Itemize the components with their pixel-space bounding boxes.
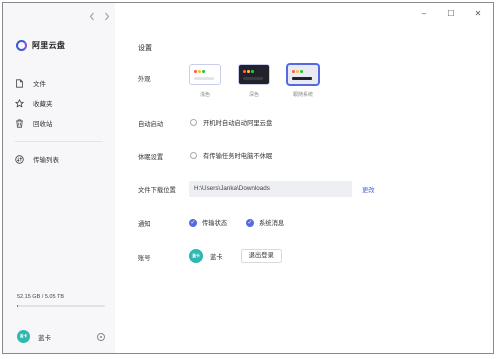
- notify-option-label: 系统消息: [259, 220, 285, 227]
- app-name: 阿里云盘: [32, 41, 66, 50]
- sidebar-divider: [15, 141, 103, 142]
- sleep-label: 休眠设置: [138, 154, 164, 161]
- sidebar-item-label: 回收站: [33, 121, 53, 128]
- user-name: 蓝卡: [38, 334, 51, 342]
- trash-icon: [16, 119, 23, 128]
- check-icon[interactable]: ✓: [189, 218, 197, 227]
- change-path-link[interactable]: 更改: [362, 185, 375, 194]
- sidebar-item-trash[interactable]: 回收站: [15, 113, 105, 133]
- sidebar-item-files[interactable]: 文件: [15, 73, 105, 93]
- nav-arrows: [89, 12, 110, 21]
- notify-transfer-status[interactable]: ✓ 传输状态: [189, 218, 227, 227]
- transfer-icon: [15, 154, 24, 164]
- forward-arrow-icon[interactable]: [104, 12, 110, 21]
- user-profile[interactable]: 盖卡 蓝卡: [17, 330, 105, 343]
- settings-panel: 设置 外观 浅色 深色 跟随系统 自动启动 开机时自动启动阿里云盘 休眠设置 有…: [115, 3, 493, 353]
- storage-usage: 52.15 GB / 5.05 TB: [17, 294, 105, 307]
- sidebar-item-favorites[interactable]: 收藏夹: [15, 93, 105, 113]
- autostart-radio[interactable]: [190, 119, 197, 126]
- file-icon: [16, 78, 23, 88]
- sidebar-item-transfers[interactable]: 传输列表: [15, 149, 105, 169]
- autostart-option-label: 开机时自动启动阿里云盘: [203, 120, 273, 127]
- brand: 阿里云盘: [16, 40, 65, 51]
- appearance-label: 外观: [138, 76, 151, 83]
- theme-thumb[interactable]: [287, 64, 319, 85]
- theme-thumb[interactable]: [189, 64, 221, 85]
- account-row: 盖卡 蓝卡 退出登录: [189, 249, 282, 263]
- sleep-radio[interactable]: [190, 152, 197, 159]
- settings-gear-icon[interactable]: [97, 332, 105, 341]
- theme-name: 浅色: [199, 92, 210, 98]
- sidebar-menu: 文件 收藏夹 回收站 传输列表: [15, 73, 105, 169]
- storage-text: 52.15 GB / 5.05 TB: [17, 294, 64, 300]
- theme-name: 跟随系统: [292, 92, 313, 98]
- notify-option-label: 传输状态: [202, 220, 228, 227]
- storage-progress-fill: [17, 305, 18, 307]
- avatar: 盖卡: [189, 249, 203, 263]
- notify-label: 通知: [138, 221, 151, 228]
- app-window: 阿里云盘 文件 收藏夹 回收站 传输列表 52.15 GB / 5.05 TB: [2, 2, 494, 354]
- download-location-label: 文件下载位置: [138, 187, 176, 194]
- avatar[interactable]: 盖卡: [17, 330, 30, 343]
- page-title: 设置: [138, 45, 152, 52]
- aliyun-logo-icon: [16, 40, 27, 51]
- account-label: 账号: [138, 255, 151, 262]
- notify-system-messages[interactable]: ✓ 系统消息: [246, 218, 284, 227]
- sidebar-item-label: 传输列表: [33, 157, 59, 164]
- check-icon[interactable]: ✓: [246, 218, 254, 227]
- theme-options: 浅色 深色 跟随系统: [189, 64, 319, 98]
- storage-progress-bar: [17, 305, 105, 307]
- account-name: 蓝卡: [210, 253, 223, 261]
- theme-option-dark[interactable]: 深色: [238, 64, 270, 98]
- sidebar: 阿里云盘 文件 收藏夹 回收站 传输列表 52.15 GB / 5.05 TB: [3, 3, 115, 353]
- logout-button[interactable]: 退出登录: [240, 249, 282, 263]
- theme-name: 深色: [248, 92, 259, 98]
- autostart-label: 自动启动: [138, 121, 164, 128]
- theme-thumb[interactable]: [238, 64, 270, 85]
- sleep-option-label: 有传输任务时电脑不休眠: [203, 153, 273, 160]
- autostart-option[interactable]: 开机时自动启动阿里云盘: [190, 118, 272, 127]
- theme-option-system[interactable]: 跟随系统: [287, 64, 319, 98]
- sleep-option[interactable]: 有传输任务时电脑不休眠: [190, 151, 272, 160]
- star-icon: [15, 98, 24, 107]
- back-arrow-icon[interactable]: [89, 12, 95, 21]
- theme-option-light[interactable]: 浅色: [189, 64, 221, 98]
- sidebar-item-label: 文件: [33, 81, 46, 88]
- download-path-field[interactable]: H:\Users\Janka\Downloads: [189, 181, 352, 197]
- sidebar-item-label: 收藏夹: [33, 101, 53, 108]
